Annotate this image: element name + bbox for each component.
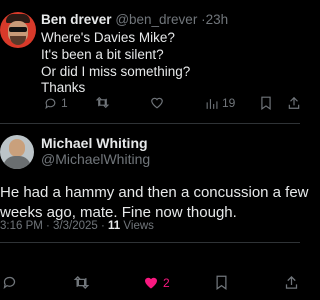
avatar-head <box>9 139 25 157</box>
views-icon <box>206 98 218 109</box>
share-button[interactable] <box>284 275 299 290</box>
like-icon <box>145 277 157 289</box>
share-icon <box>285 275 298 289</box>
tweet-text-line: weeks ago, mate. Fine now though. <box>0 204 237 221</box>
tweet-text-line: Thanks <box>41 80 86 95</box>
bookmark-icon <box>216 275 227 290</box>
retweet-button[interactable] <box>95 96 110 109</box>
like-button[interactable]: 2 <box>143 275 170 290</box>
author-handle[interactable]: @MichaelWhiting <box>41 151 150 167</box>
reply-icon <box>3 276 16 289</box>
avatar[interactable] <box>0 135 34 169</box>
author-name[interactable]: Ben drever <box>41 12 112 27</box>
author-name[interactable]: Michael Whiting <box>41 135 148 151</box>
avatar-body <box>3 156 31 169</box>
reply-count: 1 <box>61 96 68 110</box>
author-handle[interactable]: @ben_drever <box>115 12 197 27</box>
tweet-text-line: Or did I miss something? <box>41 64 191 79</box>
retweet-button[interactable] <box>73 275 90 290</box>
like-button[interactable] <box>150 96 164 109</box>
views-label: Views <box>123 220 154 232</box>
tweet-text-line: It's been a bit silent? <box>41 47 164 62</box>
avatar-glasses <box>9 27 27 32</box>
meta-divider <box>0 242 300 243</box>
avatar-beard <box>10 36 26 45</box>
like-icon <box>151 97 163 109</box>
retweet-icon <box>95 96 110 109</box>
views-button[interactable]: 19 <box>205 96 235 110</box>
tweet-time[interactable]: 23h <box>206 12 229 27</box>
retweet-icon <box>73 275 90 290</box>
share-button[interactable] <box>287 96 301 110</box>
tweet-text-line: Where's Davies Mike? <box>41 30 175 45</box>
like-count: 2 <box>163 275 170 290</box>
views-count: 11 <box>108 220 121 232</box>
reply-button[interactable] <box>2 275 17 290</box>
reply-button[interactable]: 1 <box>44 96 68 110</box>
reply-icon <box>45 98 56 109</box>
tweet-timestamp[interactable]: 3:16 PM · 3/3/2025 · <box>0 220 105 232</box>
share-icon <box>288 96 300 109</box>
tweet-meta: 3:16 PM · 3/3/2025 · 11 Views <box>0 220 154 232</box>
tweet-divider <box>0 123 300 124</box>
avatar[interactable] <box>0 12 36 48</box>
tweet-header: Ben drever @ben_drever ·23h <box>41 12 228 27</box>
bookmark-icon <box>261 96 271 110</box>
views-count: 19 <box>222 96 236 110</box>
bookmark-button[interactable] <box>215 275 228 290</box>
tweet-text-line: He had a hammy and then a concussion a f… <box>0 184 309 201</box>
bookmark-button[interactable] <box>260 96 272 110</box>
